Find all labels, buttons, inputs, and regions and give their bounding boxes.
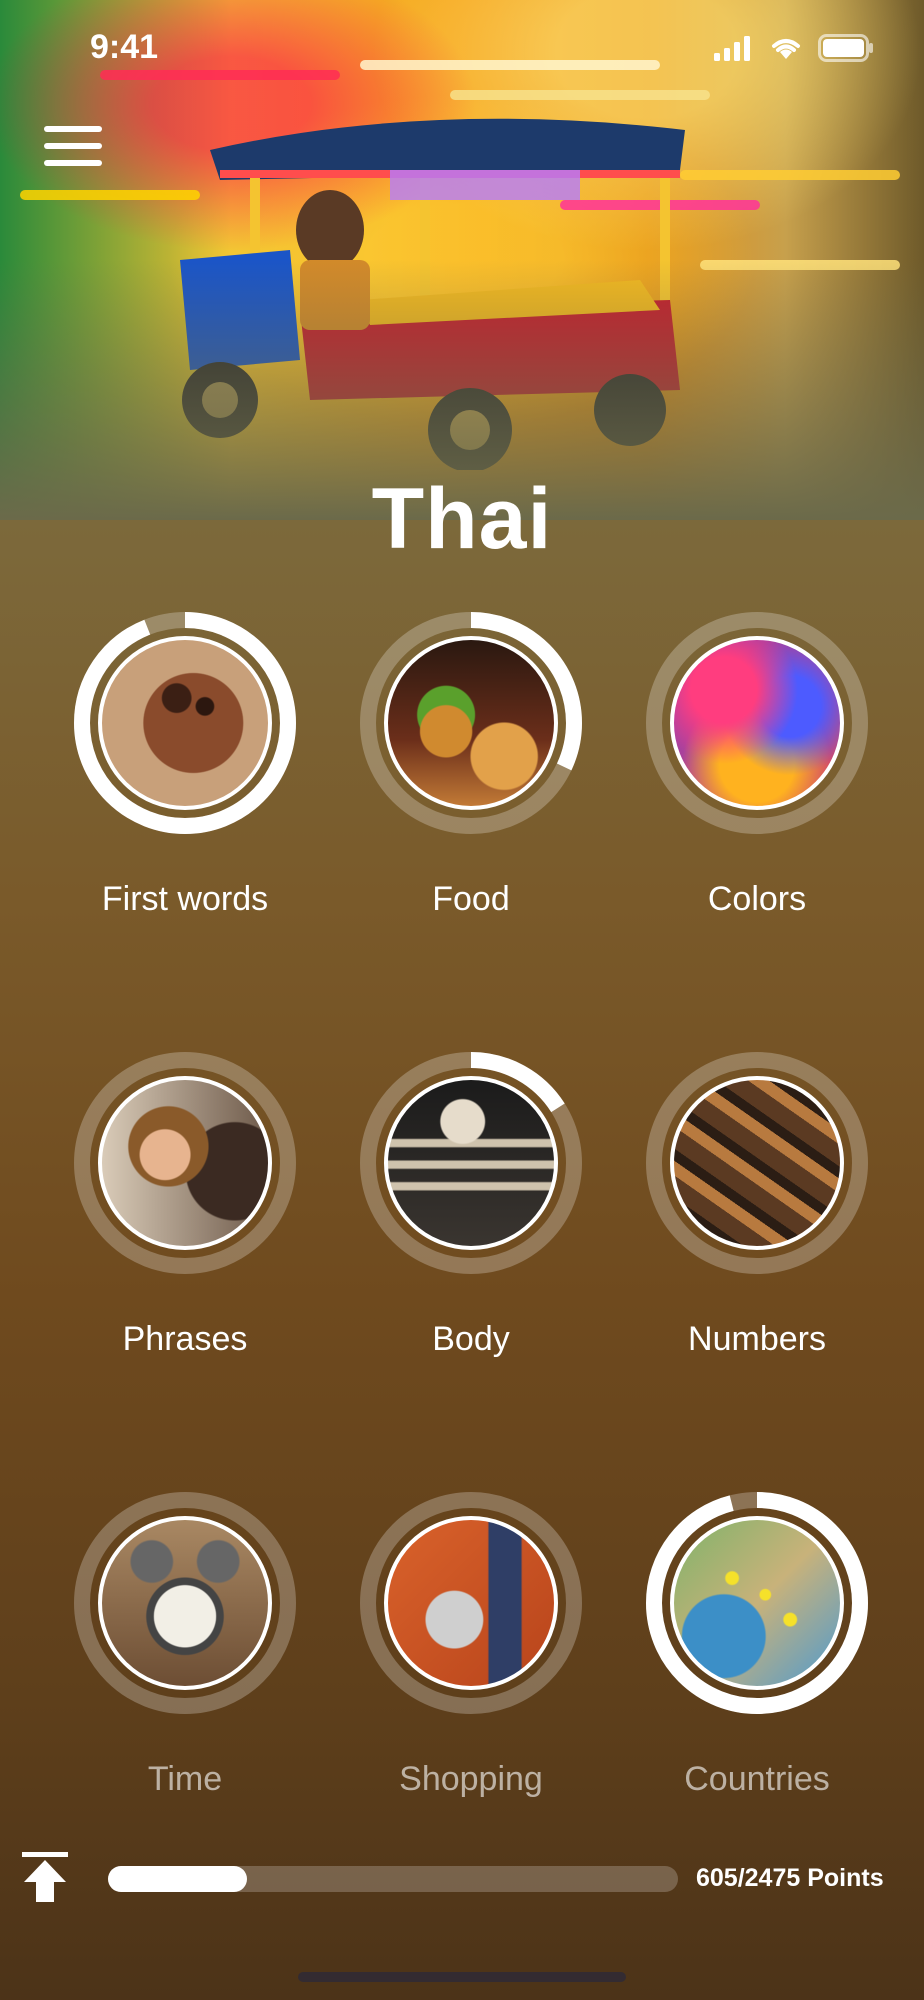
language-title: Thai xyxy=(371,471,553,567)
lesson-label: Numbers xyxy=(688,1320,826,1358)
alarm-clock-photo-icon xyxy=(98,1516,272,1690)
lesson-label: First words xyxy=(101,880,269,918)
points-progress-bar xyxy=(108,1866,678,1892)
lesson-label: Colors xyxy=(707,880,807,918)
lesson-tile-colors[interactable]: Colors xyxy=(636,612,876,942)
lesson-tile-time[interactable]: Time xyxy=(64,1492,304,1822)
light-streak xyxy=(700,260,900,270)
burger-fries-photo-icon xyxy=(384,636,558,810)
people-talking-photo-icon xyxy=(98,1076,272,1250)
lesson-label: Countries xyxy=(684,1760,830,1798)
status-bar: 9:41 xyxy=(0,0,924,100)
status-icons xyxy=(714,34,874,62)
points-progress-fill xyxy=(108,1866,248,1892)
lesson-tile-body[interactable]: Body xyxy=(350,1052,590,1382)
shopping-cart-photo-icon xyxy=(384,1516,558,1690)
status-time: 9:41 xyxy=(90,28,159,66)
points-label: 605/2475 Points xyxy=(696,1864,884,1892)
lesson-label: Shopping xyxy=(399,1760,543,1798)
cellular-signal-icon xyxy=(714,36,750,61)
skeleton-photo-icon xyxy=(384,1076,558,1250)
lesson-label: Time xyxy=(147,1760,223,1798)
battery-icon xyxy=(818,34,873,62)
home-indicator xyxy=(298,1972,626,1982)
lesson-tile-phrases[interactable]: Phrases xyxy=(64,1052,304,1382)
lesson-tile-shopping[interactable]: Shopping xyxy=(350,1492,590,1822)
lesson-tile-first-words[interactable]: First words xyxy=(64,612,304,942)
lesson-label: Food xyxy=(432,880,510,918)
scroll-to-top-icon[interactable] xyxy=(22,1852,68,1902)
baby-face-photo-icon xyxy=(98,636,272,810)
map-pins-photo-icon xyxy=(670,1516,844,1690)
wifi-icon xyxy=(772,39,800,59)
lesson-tile-countries[interactable]: Countries xyxy=(636,1492,876,1822)
lesson-label: Body xyxy=(432,1320,510,1358)
light-streak xyxy=(680,170,900,180)
lesson-tile-food[interactable]: Food xyxy=(350,612,590,942)
lesson-tile-numbers[interactable]: Numbers xyxy=(636,1052,876,1382)
wooden-numbers-photo-icon xyxy=(670,1076,844,1250)
tuktuk-illustration xyxy=(180,118,685,470)
color-powder-photo-icon xyxy=(670,636,844,810)
lesson-label: Phrases xyxy=(122,1320,248,1358)
hamburger-menu-button[interactable] xyxy=(44,124,102,168)
